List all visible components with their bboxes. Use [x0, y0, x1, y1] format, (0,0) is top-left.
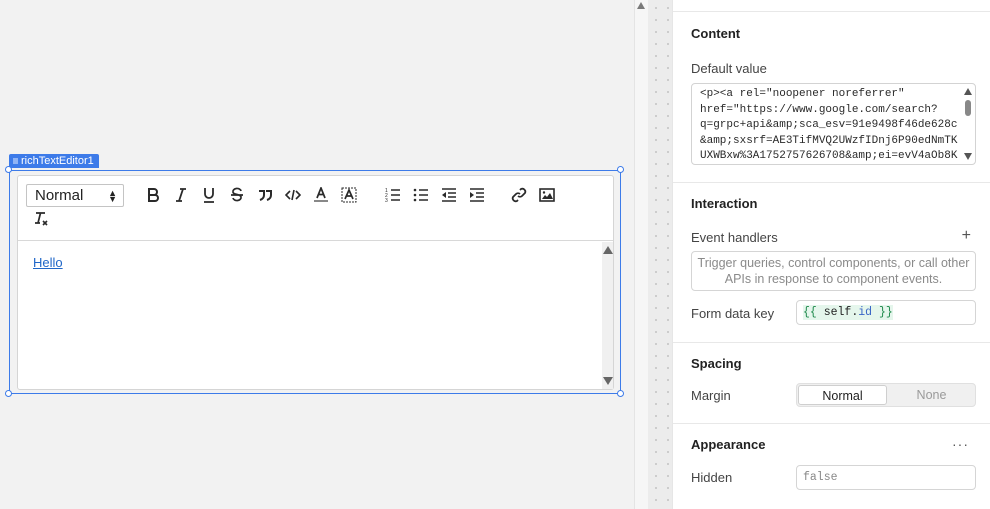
strikethrough-icon[interactable] — [228, 186, 246, 204]
text-color-icon[interactable] — [312, 186, 330, 204]
hidden-label: Hidden — [691, 470, 733, 485]
canvas-scrollbar[interactable] — [634, 0, 648, 509]
scroll-thumb[interactable] — [965, 100, 971, 116]
resize-handle-bottom-left[interactable] — [5, 390, 12, 397]
bullet-list-icon[interactable] — [412, 186, 430, 204]
rich-text-editor[interactable]: Normal ▲ ▼ 123 Hello — [17, 175, 614, 390]
form-data-key-input[interactable]: {{ self.id }} — [796, 300, 976, 325]
background-color-icon[interactable] — [340, 186, 358, 204]
token-property: id — [858, 306, 873, 319]
interaction-section-title: Interaction — [691, 196, 758, 211]
more-options-icon[interactable]: ··· — [952, 436, 969, 452]
template-token: {{ self.id }} — [803, 305, 893, 320]
svg-text:3: 3 — [385, 198, 388, 203]
scroll-down-arrow-icon[interactable] — [603, 377, 613, 385]
event-handlers-empty-state[interactable]: Trigger queries, control components, or … — [691, 251, 976, 291]
format-select[interactable]: Normal ▲ ▼ — [26, 184, 124, 207]
code-block-icon[interactable] — [284, 186, 302, 204]
scroll-up-arrow-icon[interactable] — [964, 88, 972, 95]
select-arrows-icon: ▲ ▼ — [108, 188, 117, 204]
margin-option-normal[interactable]: Normal — [798, 385, 887, 405]
token-close: }} — [872, 306, 893, 319]
editor-scrollbar[interactable] — [602, 242, 613, 389]
margin-option-none[interactable]: None — [887, 385, 976, 405]
margin-label: Margin — [691, 388, 731, 403]
indent-icon[interactable] — [468, 186, 486, 204]
appearance-section: Appearance ··· Hidden false — [673, 423, 990, 509]
form-data-key-label: Form data key — [691, 306, 775, 321]
default-value-code: <p><a rel="noopener noreferrer" href="ht… — [700, 88, 958, 162]
link-icon[interactable] — [510, 186, 528, 204]
bold-icon[interactable] — [144, 186, 162, 204]
resize-handle-bottom-right[interactable] — [617, 390, 624, 397]
default-value-label: Default value — [691, 61, 767, 76]
scroll-up-arrow-icon[interactable] — [603, 246, 613, 254]
token-object: self — [823, 306, 852, 319]
component-name-tag[interactable]: richTextEditor1 — [9, 154, 99, 168]
blockquote-icon[interactable] — [256, 186, 274, 204]
resize-handle-top-left[interactable] — [5, 166, 12, 173]
hidden-input[interactable]: false — [796, 465, 976, 490]
spacing-section: Spacing Margin Normal None — [673, 342, 990, 423]
scroll-up-arrow-icon[interactable] — [637, 2, 645, 9]
canvas-grid-gutter — [648, 0, 672, 509]
editor-toolbar: Normal ▲ ▼ 123 — [18, 176, 613, 241]
spacing-section-title: Spacing — [691, 356, 742, 371]
ordered-list-icon[interactable]: 123 — [384, 186, 402, 204]
add-event-handler-icon[interactable]: + — [962, 227, 971, 245]
default-value-editor[interactable]: <p><a rel="noopener noreferrer" href="ht… — [691, 83, 976, 165]
appearance-section-title: Appearance — [691, 437, 766, 452]
clear-formatting-icon[interactable] — [32, 210, 50, 228]
underline-icon[interactable] — [200, 186, 218, 204]
default-value-scrollbar[interactable] — [962, 84, 975, 164]
content-section-title: Content — [691, 26, 741, 41]
inspector-panel: Content Default value <p><a rel="noopene… — [672, 0, 990, 509]
outdent-icon[interactable] — [440, 186, 458, 204]
event-handlers-label: Event handlers — [691, 230, 778, 245]
format-select-value: Normal — [35, 187, 84, 204]
scroll-down-arrow-icon[interactable] — [964, 153, 972, 160]
image-icon[interactable] — [538, 186, 556, 204]
content-link[interactable]: Hello — [33, 255, 63, 270]
margin-segmented-control: Normal None — [796, 383, 976, 407]
italic-icon[interactable] — [172, 186, 190, 204]
token-open: {{ — [803, 306, 824, 319]
resize-handle-top-right[interactable] — [617, 166, 624, 173]
editor-content[interactable]: Hello — [18, 242, 604, 389]
